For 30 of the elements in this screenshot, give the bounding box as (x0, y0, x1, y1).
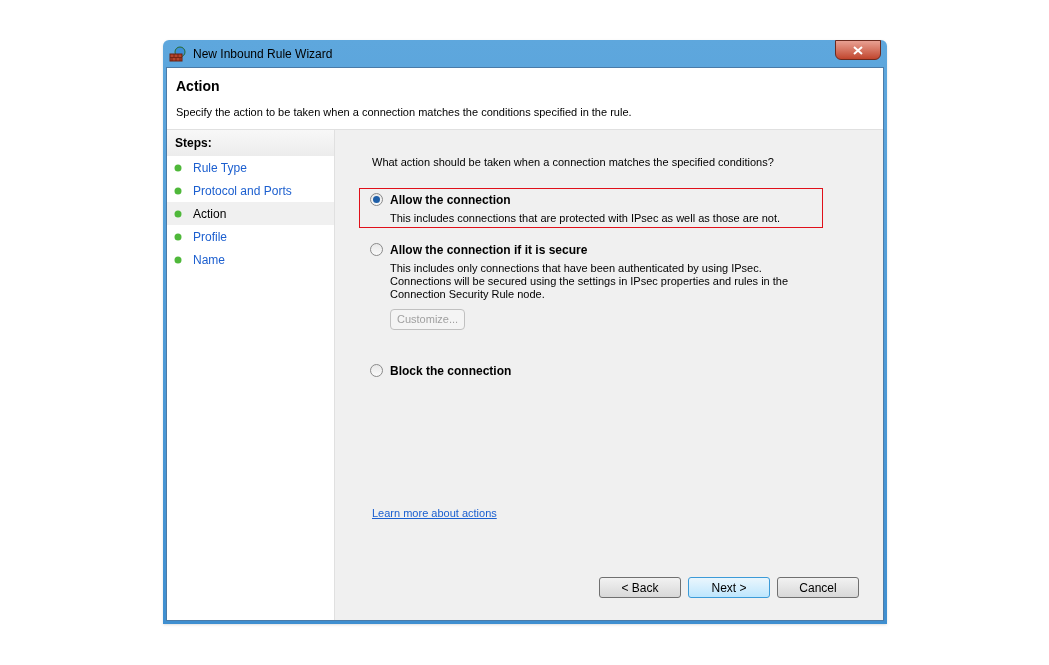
status-dot-icon (174, 186, 182, 195)
status-dot-icon (174, 255, 182, 264)
page-description: Specify the action to be taken when a connection matches the conditions specified in the rule. (176, 105, 633, 120)
step-item[interactable]: Protocol and Ports (167, 179, 334, 202)
radio-option[interactable]: Block the connection (370, 361, 818, 380)
radio-button[interactable] (370, 364, 383, 377)
radio-button[interactable] (370, 243, 383, 256)
status-dot-icon (174, 232, 182, 241)
radio-button[interactable] (370, 193, 383, 206)
dialog-button[interactable]: < Back (599, 577, 681, 598)
question-text: What action should be taken when a connection matches the specified conditions? (372, 155, 775, 170)
learn-more-link[interactable]: Learn more about actions (372, 504, 497, 521)
page-title: Action (176, 77, 221, 96)
radio-option[interactable]: Allow the connection (370, 190, 818, 209)
option-description: This includes connections that are protected with IPsec as well as those are not. (390, 211, 782, 225)
close-button[interactable] (835, 40, 881, 60)
status-dot-icon (174, 163, 182, 172)
radio-option[interactable]: Allow the connection if it is secure (370, 240, 818, 259)
status-dot-icon (174, 209, 182, 218)
step-item[interactable]: Name (167, 248, 334, 271)
firewall-icon (169, 45, 187, 62)
dialog-button[interactable]: Next > (688, 577, 770, 598)
step-item[interactable]: Profile (167, 225, 334, 248)
window-title: New Inbound Rule Wizard (193, 45, 333, 63)
step-item[interactable]: Action (167, 202, 334, 225)
step-item[interactable]: Rule Type (167, 156, 334, 179)
close-icon (853, 45, 863, 55)
option-description: This includes only connections that have been authenticated by using IPsec. Connections will be secured using the settings in IPsec properties and rules in the Connection Security Rule node. (390, 261, 790, 301)
dialog-button[interactable]: Cancel (777, 577, 859, 598)
steps-heading: Steps: (167, 130, 334, 156)
